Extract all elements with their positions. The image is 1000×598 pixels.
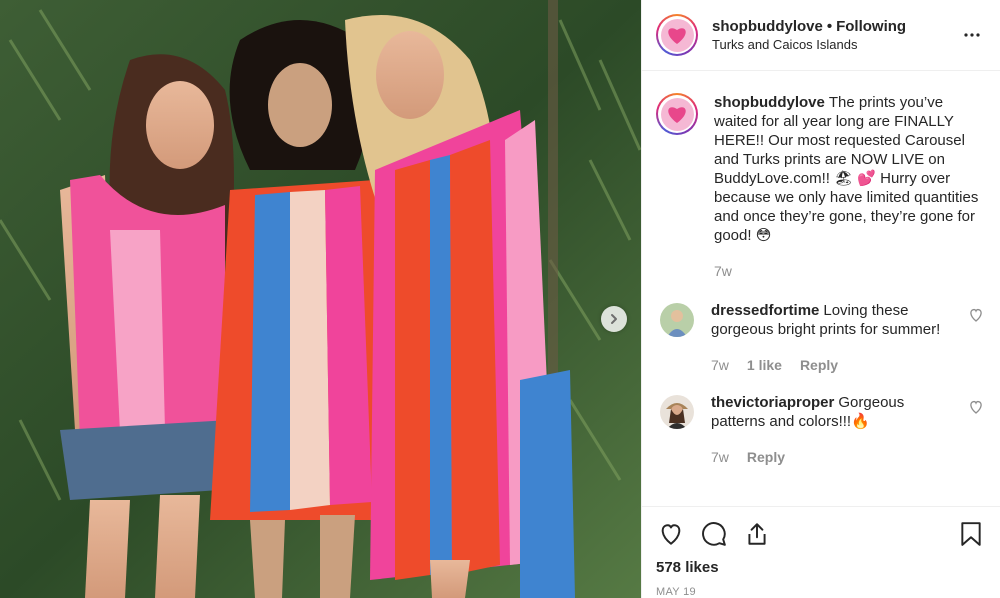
like-button[interactable] bbox=[656, 519, 686, 549]
comment-likes[interactable]: 1 like bbox=[747, 356, 782, 375]
heart-icon bbox=[661, 524, 681, 545]
header-title: shopbuddylove • Following bbox=[712, 17, 960, 36]
share-icon bbox=[748, 523, 766, 545]
header-text: shopbuddylove • Following Turks and Caicos… bbox=[712, 17, 960, 54]
heart-icon[interactable] bbox=[968, 307, 984, 323]
chevron-right-icon bbox=[611, 314, 617, 324]
more-options-button[interactable] bbox=[960, 23, 984, 47]
caption-avatar[interactable] bbox=[656, 93, 698, 135]
separator-dot: • bbox=[826, 17, 833, 35]
next-photo-button[interactable] bbox=[601, 306, 627, 332]
comment-meta: 7w Reply bbox=[711, 448, 958, 467]
post-details: shopbuddylove • Following Turks and Caicos… bbox=[641, 0, 1000, 598]
caption-age: 7w bbox=[714, 263, 732, 279]
comment-button[interactable] bbox=[699, 519, 729, 549]
reply-button[interactable]: Reply bbox=[747, 448, 785, 467]
reply-button[interactable]: Reply bbox=[800, 356, 838, 375]
comment-body: dressedfortime Loving these gorgeous brig… bbox=[711, 301, 984, 375]
avatar-image bbox=[660, 303, 694, 337]
comment-age: 7w bbox=[711, 357, 729, 373]
comment-body: thevictoriaproper Gorgeous patterns and c… bbox=[711, 393, 984, 467]
save-button[interactable] bbox=[956, 519, 986, 549]
comment-username[interactable]: thevictoriaproper bbox=[711, 394, 834, 411]
comment-meta: 7w 1 like Reply bbox=[711, 356, 958, 375]
action-icons bbox=[656, 517, 986, 551]
avatar-image bbox=[660, 395, 694, 429]
caption-body: shopbuddylove The prints you’ve waited fo… bbox=[714, 93, 984, 281]
like-count[interactable]: 578 likes bbox=[656, 559, 986, 576]
action-bar: 578 likes MAY 19 bbox=[642, 506, 1000, 598]
bookmark-icon bbox=[961, 522, 981, 546]
comment-age: 7w bbox=[711, 449, 729, 465]
caption-meta: 7w bbox=[714, 262, 984, 281]
comment: dressedfortime Loving these gorgeous brig… bbox=[656, 301, 984, 375]
commenter-avatar[interactable] bbox=[660, 395, 694, 429]
header-username[interactable]: shopbuddylove bbox=[712, 18, 823, 35]
location-link[interactable]: Turks and Caicos Islands bbox=[712, 36, 960, 54]
avatar-inner bbox=[658, 95, 696, 133]
post-header: shopbuddylove • Following Turks and Caicos… bbox=[642, 0, 1000, 71]
avatar-inner bbox=[658, 16, 696, 54]
caption: shopbuddylove The prints you’ve waited fo… bbox=[656, 93, 984, 281]
caption-text: The prints you’ve waited for all year lo… bbox=[714, 94, 979, 244]
heart-logo-icon bbox=[668, 28, 686, 44]
instagram-post: shopbuddylove • Following Turks and Caicos… bbox=[0, 0, 1000, 598]
post-image bbox=[0, 0, 641, 598]
follow-status[interactable]: Following bbox=[836, 18, 906, 35]
post-photo[interactable] bbox=[0, 0, 641, 598]
brand-logo bbox=[660, 97, 694, 131]
more-options-icon bbox=[964, 33, 980, 37]
brand-logo bbox=[660, 18, 694, 52]
heart-logo-icon bbox=[668, 107, 686, 123]
comment-username[interactable]: dressedfortime bbox=[711, 302, 819, 319]
commenter-avatar[interactable] bbox=[660, 303, 694, 337]
post-date: MAY 19 bbox=[656, 586, 696, 598]
comment-bubble-icon bbox=[702, 522, 726, 546]
share-button[interactable] bbox=[742, 519, 772, 549]
heart-icon[interactable] bbox=[968, 399, 984, 415]
avatar[interactable] bbox=[656, 14, 698, 56]
caption-username[interactable]: shopbuddylove bbox=[714, 94, 825, 111]
comment: thevictoriaproper Gorgeous patterns and c… bbox=[656, 393, 984, 467]
comments-section: shopbuddylove The prints you’ve waited fo… bbox=[642, 71, 1000, 506]
